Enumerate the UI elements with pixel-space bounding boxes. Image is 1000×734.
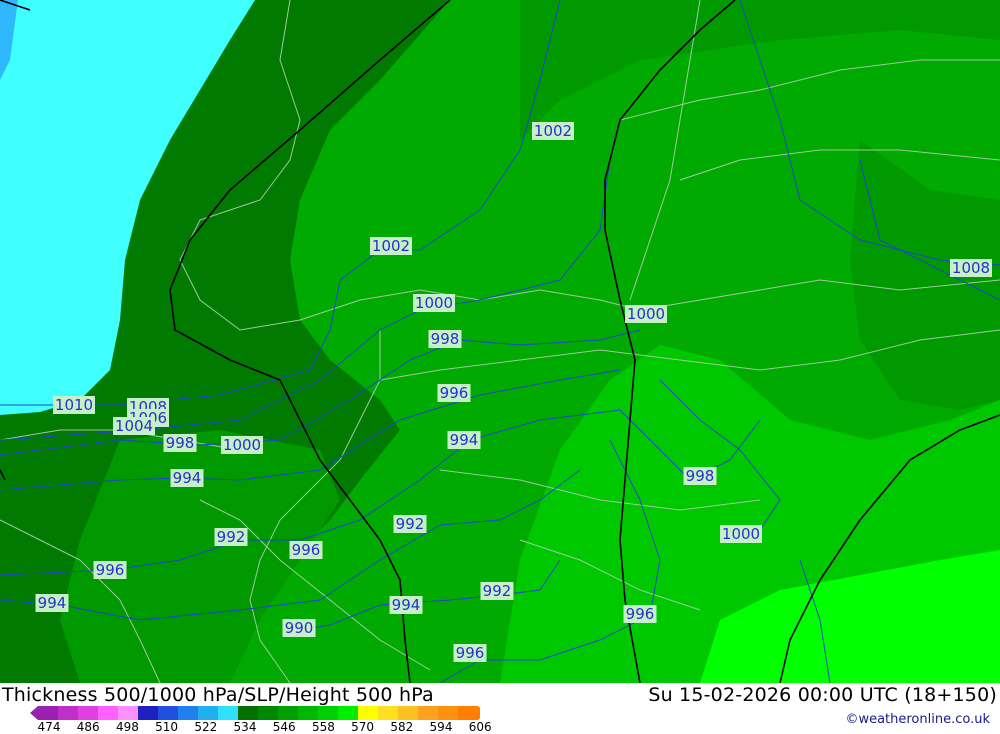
colorbar-tick-label: 510 bbox=[155, 720, 179, 734]
colorbar-swatch bbox=[418, 706, 438, 720]
colorbar-tick-label: 570 bbox=[351, 720, 375, 734]
colorbar-arrow-right bbox=[478, 706, 480, 720]
colorbar-tick-label: 546 bbox=[272, 720, 296, 734]
colorbar-tick-label: 606 bbox=[468, 720, 492, 734]
isobar-label: 992 bbox=[483, 582, 512, 600]
isobar-label: 1000 bbox=[722, 525, 760, 543]
colorbar-tick-label: 594 bbox=[429, 720, 453, 734]
isobar-label: 994 bbox=[38, 594, 67, 612]
colorbar-tick-label: 486 bbox=[76, 720, 100, 734]
colorbar-tick-label: 522 bbox=[194, 720, 218, 734]
colorbar-swatch bbox=[38, 706, 58, 720]
colorbar-swatch bbox=[178, 706, 198, 720]
colorbar-tick-label: 582 bbox=[390, 720, 414, 734]
isobar-label: 996 bbox=[456, 644, 485, 662]
colorbar-tick-label: 534 bbox=[233, 720, 257, 734]
colorbar-swatch bbox=[58, 706, 78, 720]
isobar-label: 992 bbox=[217, 528, 246, 546]
map-footer: Thickness 500/1000 hPa/SLP/Height 500 hP… bbox=[0, 683, 1000, 734]
isobar-label: 1002 bbox=[534, 122, 572, 140]
isobar-label: 990 bbox=[285, 619, 314, 637]
colorbar-swatch bbox=[338, 706, 358, 720]
colorbar-swatch bbox=[278, 706, 298, 720]
credit-link[interactable]: ©weatheronline.co.uk bbox=[845, 712, 990, 727]
colorbar-tick-label: 498 bbox=[115, 720, 139, 734]
colorbar-swatch bbox=[398, 706, 418, 720]
map-timestamp: Su 15-02-2026 00:00 UTC (18+150) bbox=[648, 684, 997, 706]
colorbar-arrow-left bbox=[30, 706, 38, 720]
isobar-label: 1008 bbox=[952, 259, 990, 277]
colorbar-swatch bbox=[318, 706, 338, 720]
map-title: Thickness 500/1000 hPa/SLP/Height 500 hP… bbox=[2, 684, 434, 706]
colorbar-tick-label: 474 bbox=[37, 720, 61, 734]
colorbar-swatch bbox=[198, 706, 218, 720]
colorbar-swatch bbox=[98, 706, 118, 720]
isobar-label: 998 bbox=[431, 330, 460, 348]
isobar-label: 1004 bbox=[115, 417, 153, 435]
colorbar-swatch bbox=[298, 706, 318, 720]
isobar-label: 1000 bbox=[627, 305, 665, 323]
colorbar-swatch bbox=[378, 706, 398, 720]
isobar-label: 1010 bbox=[55, 396, 93, 414]
colorbar-swatch bbox=[258, 706, 278, 720]
colorbar bbox=[30, 706, 480, 720]
isobar-label: 996 bbox=[440, 384, 469, 402]
colorbar-swatch bbox=[238, 706, 258, 720]
isobar-label: 1000 bbox=[415, 294, 453, 312]
isobar-label: 994 bbox=[450, 431, 479, 449]
colorbar-tick-label: 558 bbox=[311, 720, 335, 734]
colorbar-swatch bbox=[158, 706, 178, 720]
isobar-label: 996 bbox=[292, 541, 321, 559]
colorbar-swatch bbox=[458, 706, 478, 720]
colorbar-swatch bbox=[438, 706, 458, 720]
weather-map: 1002100210081000100099899610101008100610… bbox=[0, 0, 1000, 683]
isobar-label: 994 bbox=[392, 596, 421, 614]
colorbar-swatch bbox=[358, 706, 378, 720]
isobar-label: 994 bbox=[173, 469, 202, 487]
isobar-label: 1000 bbox=[223, 436, 261, 454]
colorbar-swatch bbox=[78, 706, 98, 720]
colorbar-swatch bbox=[138, 706, 158, 720]
colorbar-swatch bbox=[218, 706, 238, 720]
isobar-label: 1002 bbox=[372, 237, 410, 255]
isobar-label: 992 bbox=[396, 515, 425, 533]
isobar-label: 996 bbox=[626, 605, 655, 623]
isobar-label: 998 bbox=[166, 434, 195, 452]
isobar-label: 996 bbox=[96, 561, 125, 579]
colorbar-ticks: 474 486 498 510 522 534 546 558 570 582 594 606 bbox=[0, 720, 520, 734]
isobar-label: 998 bbox=[686, 467, 715, 485]
colorbar-swatch bbox=[118, 706, 138, 720]
